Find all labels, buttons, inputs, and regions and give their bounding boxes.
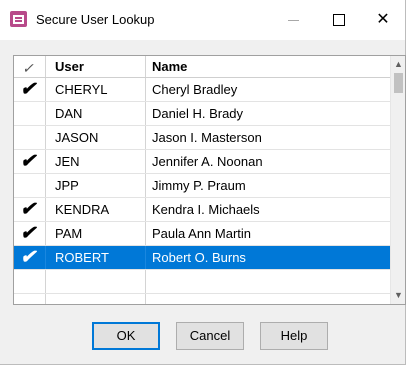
row-check-cell[interactable] (14, 174, 46, 197)
name-cell: Jason I. Masterson (152, 130, 262, 145)
user-cell: DAN (46, 102, 146, 125)
empty-cell (146, 270, 390, 293)
checkmark-icon: ✔ (20, 223, 36, 244)
table-row[interactable]: ✔ CHERYL Cheryl Bradley (14, 78, 390, 102)
name-cell: Paula Ann Martin (152, 226, 252, 241)
row-check-cell[interactable] (14, 102, 46, 125)
name-cell: Jimmy P. Praum (152, 178, 246, 193)
checkmark-icon: ✔ (20, 79, 36, 100)
checkmark-icon: ✔ (20, 151, 36, 172)
table-row[interactable]: ✔ JEN Jennifer A. Noonan (14, 150, 390, 174)
checkmark-icon: ✔ (20, 247, 36, 268)
user-cell: KENDRA (46, 198, 146, 221)
user-cell: JASON (46, 126, 146, 149)
close-button[interactable]: ✕ (360, 0, 406, 40)
empty-cell (14, 270, 46, 293)
name-cell: Robert O. Burns (152, 250, 246, 265)
table-header: ✓ User Name (14, 56, 390, 78)
row-check-cell[interactable]: ✔ (14, 150, 46, 173)
name-cell: Kendra I. Michaels (152, 202, 260, 217)
empty-row (14, 294, 390, 304)
table-row[interactable]: JPP Jimmy P. Praum (14, 174, 390, 198)
maximize-button[interactable] (316, 0, 362, 40)
help-button[interactable]: Help (260, 322, 328, 350)
row-check-cell[interactable]: ✔ (14, 78, 46, 101)
minimize-icon (288, 20, 299, 21)
empty-cell (146, 294, 390, 304)
table-row[interactable]: ✔ ROBERT Robert O. Burns (14, 246, 390, 270)
app-icon (10, 11, 27, 27)
name-cell: Jennifer A. Noonan (152, 154, 263, 169)
empty-row (14, 270, 390, 294)
empty-cell (14, 294, 46, 304)
secure-user-lookup-dialog: Secure User Lookup ✕ ✓ User Name ✔ CHERYL… (0, 0, 406, 365)
table-row[interactable]: JASON Jason I. Masterson (14, 126, 390, 150)
user-cell: JEN (46, 150, 146, 173)
row-check-cell[interactable]: ✔ (14, 198, 46, 221)
scroll-down-icon[interactable]: ▼ (391, 287, 405, 303)
name-cell: Cheryl Bradley (152, 82, 238, 97)
minimize-button[interactable] (270, 0, 316, 40)
user-cell: JPP (46, 174, 146, 197)
close-icon: ✕ (376, 11, 390, 28)
scroll-up-icon[interactable]: ▲ (391, 56, 405, 72)
user-cell: CHERYL (46, 78, 146, 101)
header-checkmark-icon: ✓ (22, 60, 34, 76)
table-row[interactable]: ✔ KENDRA Kendra I. Michaels (14, 198, 390, 222)
row-check-cell[interactable] (14, 126, 46, 149)
row-check-cell[interactable]: ✔ (14, 246, 46, 269)
title-bar[interactable]: Secure User Lookup ✕ (0, 0, 405, 40)
maximize-icon (333, 14, 345, 26)
user-cell: ROBERT (46, 246, 146, 269)
scroll-thumb[interactable] (394, 73, 403, 93)
header-user[interactable]: User (46, 56, 146, 77)
empty-cell (46, 294, 146, 304)
user-cell: PAM (46, 222, 146, 245)
window-title: Secure User Lookup (36, 12, 155, 27)
header-check-column[interactable]: ✓ (14, 56, 46, 77)
checkmark-icon: ✔ (20, 199, 36, 220)
empty-cell (46, 270, 146, 293)
vertical-scrollbar[interactable]: ▲ ▼ (390, 56, 405, 304)
cancel-button[interactable]: Cancel (176, 322, 244, 350)
row-check-cell[interactable]: ✔ (14, 222, 46, 245)
user-list[interactable]: ✓ User Name ✔ CHERYL Cheryl Bradley DAN Dani… (13, 55, 406, 305)
header-name[interactable]: Name (146, 56, 390, 77)
table-row[interactable]: DAN Daniel H. Brady (14, 102, 390, 126)
ok-button[interactable]: OK (92, 322, 160, 350)
table-row[interactable]: ✔ PAM Paula Ann Martin (14, 222, 390, 246)
name-cell: Daniel H. Brady (152, 106, 244, 121)
